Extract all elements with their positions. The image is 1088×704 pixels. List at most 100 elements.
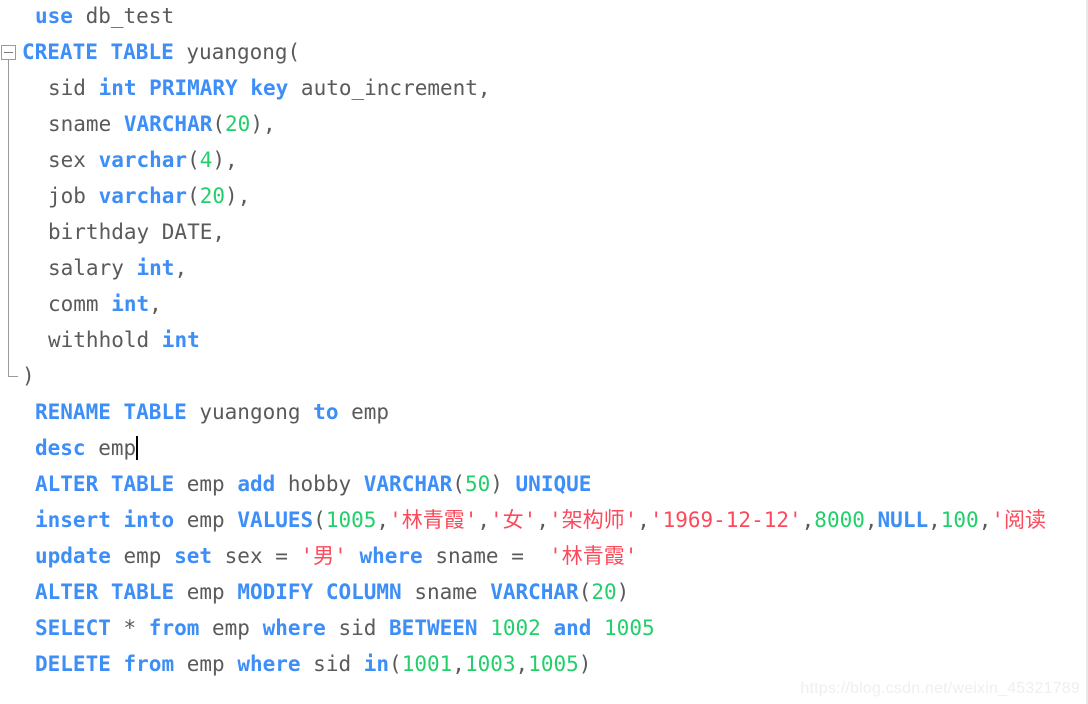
- code-line[interactable]: SELECT * from emp where sid BETWEEN 1002…: [35, 610, 655, 646]
- site-watermark: https://blog.csdn.net/weixin_45321789: [800, 680, 1080, 697]
- code-token-punc: [478, 616, 491, 640]
- code-token-punc: ,: [477, 508, 491, 532]
- code-token-kw: set: [174, 544, 213, 568]
- code-token-id: yuangong(: [173, 40, 301, 64]
- code-token-kw: COLUMN: [325, 580, 402, 604]
- code-token-punc: (: [187, 148, 200, 172]
- code-token-id: withhold: [48, 328, 162, 352]
- code-line[interactable]: sex varchar(4),: [48, 142, 238, 178]
- code-token-id: emp: [199, 616, 263, 640]
- code-token-id: emp: [338, 400, 390, 424]
- code-line[interactable]: update emp set sex = '男' where sname = '…: [35, 538, 637, 574]
- code-token-id: comm: [48, 292, 112, 316]
- code-token-kw: where: [359, 544, 423, 568]
- code-token-punc: [73, 4, 86, 28]
- code-token-kw: RENAME: [35, 400, 111, 424]
- code-token-id: yuangong: [186, 400, 314, 424]
- code-token-punc: [238, 76, 251, 100]
- code-token-kw: VARCHAR: [490, 580, 579, 604]
- code-token-kw: SELECT: [35, 616, 111, 640]
- code-line[interactable]: sid int PRIMARY key auto_increment,: [48, 70, 491, 106]
- code-token-str: '阅读: [991, 508, 1047, 532]
- code-line[interactable]: desc emp: [35, 430, 139, 466]
- code-line[interactable]: ): [22, 358, 35, 394]
- code-token-punc: [98, 580, 111, 604]
- code-token-id: *: [110, 616, 149, 640]
- code-line[interactable]: job varchar(20),: [48, 178, 250, 214]
- code-token-kw: PRIMARY: [149, 76, 238, 100]
- code-token-kw: TABLE: [110, 40, 174, 64]
- code-line[interactable]: salary int,: [48, 250, 187, 286]
- code-line[interactable]: sname VARCHAR(20),: [48, 106, 276, 142]
- code-token-kw: key: [250, 76, 289, 100]
- code-token-punc: [98, 472, 111, 496]
- code-token-punc: ,: [864, 508, 878, 532]
- code-token-num: 1005: [528, 652, 579, 676]
- code-token-punc: (: [212, 112, 226, 136]
- code-token-kw: use: [35, 4, 73, 28]
- code-token-kw: CREATE: [22, 40, 98, 64]
- code-token-num: 1001: [401, 652, 453, 676]
- code-token-punc: [591, 616, 604, 640]
- code-line[interactable]: comm int,: [48, 286, 162, 322]
- code-line[interactable]: CREATE TABLE yuangong(: [22, 34, 300, 70]
- code-token-kw: where: [237, 652, 301, 676]
- code-line[interactable]: ALTER TABLE emp add hobby VARCHAR(50) UN…: [35, 466, 591, 502]
- code-token-punc: (: [389, 652, 402, 676]
- code-line[interactable]: DELETE from emp where sid in(1001,1003,1…: [35, 646, 591, 682]
- code-token-kw: ALTER: [35, 472, 99, 496]
- code-token-id: hobby: [275, 472, 364, 496]
- code-token-kw: NULL: [877, 508, 929, 532]
- code-token-kw: TABLE: [110, 580, 175, 604]
- code-token-id: job: [48, 184, 99, 208]
- code-token-punc: ),: [250, 112, 276, 136]
- code-token-kw: ALTER: [35, 580, 99, 604]
- code-token-kw: update: [35, 544, 111, 568]
- code-token-id: emp: [85, 436, 137, 460]
- code-token-punc: [137, 76, 150, 100]
- code-token-id: sid: [48, 76, 99, 100]
- code-token-id: sex: [48, 148, 99, 172]
- code-token-num: 8000: [814, 508, 865, 532]
- code-token-num: 50: [464, 472, 491, 496]
- code-token-id: emp: [174, 580, 238, 604]
- code-lines-container[interactable]: use db_test CREATE TABLE yuangong(sid int…: [0, 0, 1086, 704]
- code-token-id: birthday DATE,: [48, 220, 226, 244]
- code-token-str: '林青霞': [549, 544, 638, 568]
- code-token-punc: ,: [928, 508, 941, 532]
- code-token-str: '架构师': [548, 508, 638, 532]
- code-token-kw: varchar: [98, 148, 188, 172]
- code-token-kw: TABLE: [110, 472, 175, 496]
- code-token-punc: [347, 544, 360, 568]
- code-line[interactable]: RENAME TABLE yuangong to emp: [35, 394, 389, 430]
- code-token-kw: in: [363, 652, 390, 676]
- code-token-kw: desc: [35, 436, 86, 460]
- code-token-kw: VALUES: [237, 508, 314, 532]
- code-token-punc: (: [313, 508, 326, 532]
- code-line[interactable]: use db_test: [35, 0, 174, 34]
- code-token-kw: to: [313, 400, 339, 424]
- code-token-id: sname: [48, 112, 124, 136]
- code-token-punc: ,: [801, 508, 815, 532]
- code-token-id: emp: [174, 652, 238, 676]
- code-line[interactable]: insert into emp VALUES(1005,'林青霞','女','架…: [35, 502, 1046, 538]
- code-line[interactable]: ALTER TABLE emp MODIFY COLUMN sname VARC…: [35, 574, 629, 610]
- code-token-punc: (: [578, 580, 592, 604]
- code-line[interactable]: birthday DATE,: [48, 214, 225, 250]
- code-token-num: 1005: [325, 508, 377, 532]
- code-token-punc: (: [452, 472, 465, 496]
- sql-code-editor[interactable]: use db_test CREATE TABLE yuangong(sid int…: [0, 0, 1088, 704]
- code-token-id: auto_increment,: [288, 76, 491, 100]
- code-token-punc: [111, 652, 124, 676]
- code-token-punc: [541, 616, 554, 640]
- code-token-id: emp: [174, 472, 238, 496]
- code-token-punc: ): [490, 472, 516, 496]
- code-token-kw: add: [237, 472, 276, 496]
- code-token-punc: [98, 40, 111, 64]
- code-token-punc: ,: [515, 652, 529, 676]
- code-line[interactable]: withhold int: [48, 322, 200, 358]
- code-token-num: 1005: [604, 616, 655, 640]
- code-token-kw: int: [111, 292, 150, 316]
- code-token-kw: insert: [35, 508, 111, 532]
- code-token-num: 1003: [464, 652, 516, 676]
